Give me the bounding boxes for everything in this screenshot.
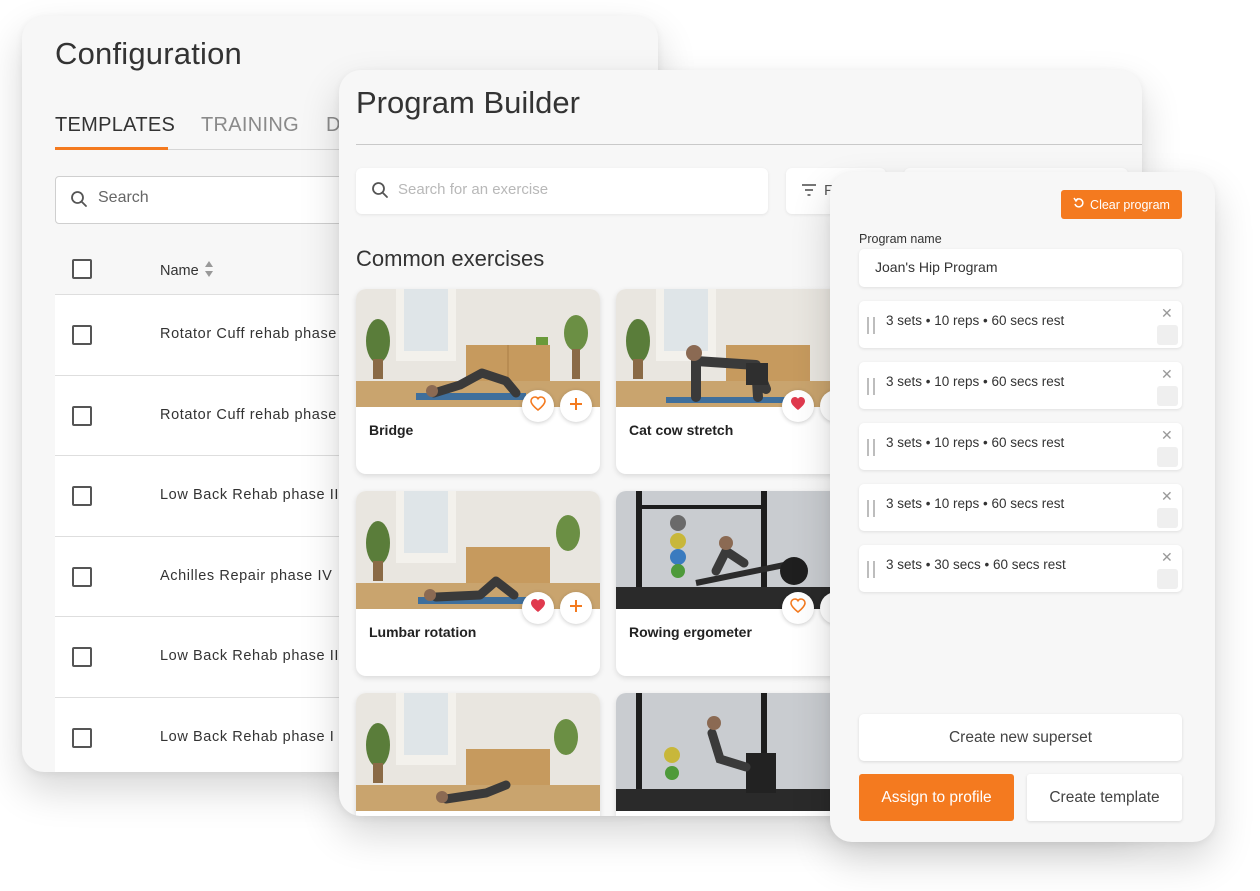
- drag-handle-icon[interactable]: [867, 439, 875, 456]
- plus-icon: [569, 397, 583, 416]
- exercise-name: Cat cow stretch: [629, 422, 734, 438]
- row-name: Low Back Rehab phase I: [160, 728, 335, 745]
- close-icon[interactable]: ✕: [1161, 306, 1173, 320]
- exercise-card-rowing-ergometer[interactable]: Rowing ergometer: [616, 491, 860, 676]
- exercise-card[interactable]: [616, 693, 860, 816]
- exercise-card[interactable]: [356, 693, 600, 816]
- exercise-name: Bridge: [369, 422, 414, 438]
- name-column-header[interactable]: Name: [160, 260, 214, 282]
- favorite-button[interactable]: [522, 390, 554, 422]
- drag-handle-icon[interactable]: [867, 561, 875, 578]
- program-exercise-item[interactable]: 3 sets • 10 reps • 60 secs rest ✕: [859, 362, 1182, 409]
- exercise-name: Rowing ergometer: [629, 624, 752, 640]
- template-search-input[interactable]: [98, 189, 338, 207]
- row-name: Rotator Cuff rehab phase: [160, 326, 337, 342]
- exercise-thumbnail: [356, 491, 600, 609]
- search-icon: [371, 181, 389, 204]
- active-tab-indicator: [55, 147, 168, 150]
- plus-icon: [569, 599, 583, 618]
- row-name: Rotator Cuff rehab phase: [160, 406, 337, 423]
- name-header-label: Name: [160, 263, 199, 279]
- item-select-box[interactable]: [1157, 508, 1178, 528]
- tab-templates[interactable]: TEMPLATES: [55, 114, 175, 137]
- row-name: Low Back Rehab phase III: [160, 487, 344, 503]
- row-checkbox[interactable]: [72, 647, 92, 667]
- favorite-button[interactable]: [782, 592, 814, 624]
- close-icon[interactable]: ✕: [1161, 550, 1173, 564]
- program-name-field: [859, 249, 1182, 287]
- favorite-button[interactable]: [522, 592, 554, 624]
- tab-training[interactable]: TRAINING: [201, 114, 299, 137]
- exercise-search-input[interactable]: [398, 181, 738, 198]
- set-summary: 3 sets • 10 reps • 60 secs rest: [886, 435, 1065, 450]
- item-select-box[interactable]: [1157, 325, 1178, 345]
- program-panel: Clear program Program name 3 sets • 10 r…: [830, 172, 1215, 842]
- heart-icon: [530, 598, 546, 618]
- title-divider: [356, 144, 1142, 145]
- undo-icon: [1073, 197, 1085, 212]
- exercise-thumbnail: [616, 693, 860, 811]
- close-icon[interactable]: ✕: [1161, 489, 1173, 503]
- row-checkbox[interactable]: [72, 325, 92, 345]
- row-name: Achilles Repair phase IV: [160, 567, 333, 584]
- select-all-checkbox[interactable]: [72, 259, 92, 279]
- exercise-card-bridge[interactable]: Bridge: [356, 289, 600, 474]
- set-summary: 3 sets • 10 reps • 60 secs rest: [886, 313, 1065, 328]
- set-summary: 3 sets • 10 reps • 60 secs rest: [886, 374, 1065, 389]
- clear-program-button[interactable]: Clear program: [1061, 190, 1182, 219]
- heart-icon: [530, 396, 546, 416]
- program-name-input[interactable]: [875, 259, 1165, 275]
- set-summary: 3 sets • 10 reps • 60 secs rest: [886, 496, 1065, 511]
- add-exercise-button[interactable]: [560, 592, 592, 624]
- set-summary: 3 sets • 30 secs • 60 secs rest: [886, 557, 1066, 572]
- item-select-box[interactable]: [1157, 386, 1178, 406]
- search-icon: [70, 190, 88, 213]
- heart-icon: [790, 598, 806, 618]
- row-checkbox[interactable]: [72, 405, 92, 426]
- sort-icon[interactable]: [204, 260, 214, 282]
- page-title: Configuration: [55, 36, 242, 71]
- row-checkbox[interactable]: [72, 486, 92, 506]
- create-template-button[interactable]: Create template: [1027, 774, 1182, 821]
- program-exercise-item[interactable]: 3 sets • 10 reps • 60 secs rest ✕: [859, 423, 1182, 470]
- program-exercise-item[interactable]: 3 sets • 10 reps • 60 secs rest ✕: [859, 484, 1182, 531]
- close-icon[interactable]: ✕: [1161, 367, 1173, 381]
- heart-icon: [790, 396, 806, 416]
- exercise-thumbnail: [356, 289, 600, 407]
- close-icon[interactable]: ✕: [1161, 428, 1173, 442]
- exercise-thumbnail: [356, 693, 600, 811]
- exercise-search: [356, 168, 768, 214]
- exercise-thumbnail: [616, 289, 860, 407]
- section-title: Common exercises: [356, 246, 545, 271]
- program-exercise-item[interactable]: 3 sets • 30 secs • 60 secs rest ✕: [859, 545, 1182, 592]
- row-checkbox[interactable]: [72, 566, 92, 587]
- add-exercise-button[interactable]: [560, 390, 592, 422]
- exercise-card-cat-cow[interactable]: Cat cow stretch: [616, 289, 860, 474]
- program-name-label: Program name: [859, 232, 942, 246]
- item-select-box[interactable]: [1157, 569, 1178, 589]
- exercise-card-lumbar-rotation[interactable]: Lumbar rotation: [356, 491, 600, 676]
- row-checkbox[interactable]: [72, 727, 92, 748]
- exercise-thumbnail: [616, 491, 860, 609]
- drag-handle-icon[interactable]: [867, 500, 875, 517]
- favorite-button[interactable]: [782, 390, 814, 422]
- create-superset-button[interactable]: Create new superset: [859, 714, 1182, 761]
- program-exercise-item[interactable]: 3 sets • 10 reps • 60 secs rest ✕: [859, 301, 1182, 348]
- item-select-box[interactable]: [1157, 447, 1178, 467]
- drag-handle-icon[interactable]: [867, 378, 875, 395]
- row-name: Low Back Rehab phase II: [160, 648, 340, 664]
- clear-program-label: Clear program: [1090, 197, 1170, 212]
- assign-to-profile-button[interactable]: Assign to profile: [859, 774, 1014, 821]
- builder-title: Program Builder: [356, 85, 580, 120]
- exercise-name: Lumbar rotation: [369, 624, 477, 640]
- filter-icon: [801, 183, 817, 201]
- drag-handle-icon[interactable]: [867, 317, 875, 334]
